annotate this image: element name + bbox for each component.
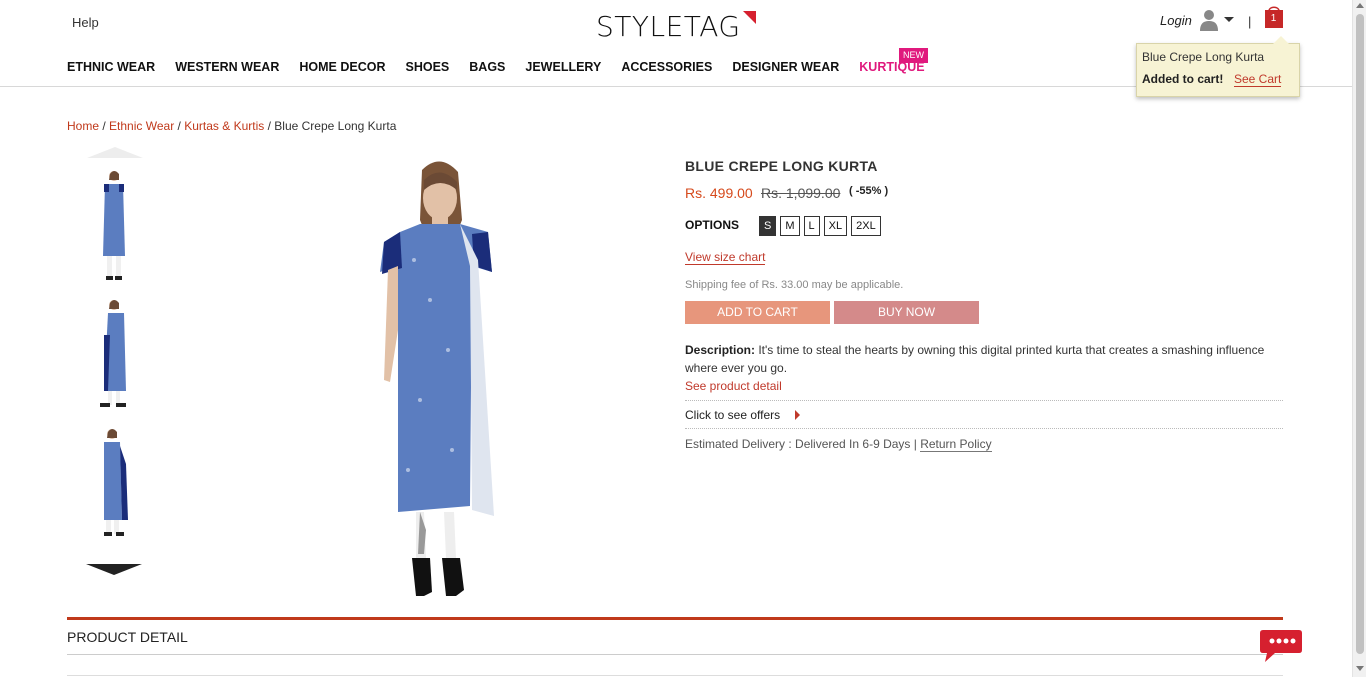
breadcrumb-ethnic-wear[interactable]: Ethnic Wear <box>109 119 174 133</box>
caret-right-icon[interactable] <box>795 410 800 420</box>
product-mrp: Rs. 1,099.00 <box>761 185 841 201</box>
description-text: It's time to steal the hearts by owning … <box>685 343 1265 375</box>
see-product-detail-link[interactable]: See product detail <box>685 379 782 393</box>
add-to-cart-button[interactable]: ADD TO CART <box>685 301 830 324</box>
size-option-m[interactable]: M <box>780 216 800 236</box>
chat-icon[interactable] <box>1259 628 1303 664</box>
delivery-text: Estimated Delivery : Delivered In 6-9 Da… <box>685 437 921 451</box>
product-detail-heading[interactable]: PRODUCT DETAIL <box>67 629 188 645</box>
breadcrumb: Home / Ethnic Wear / Kurtas & Kurtis / B… <box>67 119 396 133</box>
breadcrumb-home[interactable]: Home <box>67 119 99 133</box>
added-to-cart-popup: Blue Crepe Long Kurta Added to cart! See… <box>1136 36 1300 97</box>
shipping-note: Shipping fee of Rs. 33.00 may be applica… <box>685 279 904 291</box>
size-option-l[interactable]: L <box>803 216 820 236</box>
nav-jewellery[interactable]: JEWELLERY <box>525 60 601 74</box>
new-badge: NEW <box>899 48 928 63</box>
offers-row[interactable]: Click to see offers <box>685 400 1283 429</box>
size-option-s[interactable]: S <box>759 216 777 236</box>
breadcrumb-sep: / <box>102 119 106 133</box>
scroll-down-icon[interactable] <box>1356 666 1364 671</box>
product-price: Rs. 499.00 <box>685 185 753 201</box>
product-main-image[interactable] <box>360 150 520 600</box>
nav-designer-wear[interactable]: DESIGNER WEAR <box>732 60 839 74</box>
offers-label[interactable]: Click to see offers <box>685 408 780 422</box>
nav-accessories[interactable]: ACCESSORIES <box>621 60 712 74</box>
see-cart-link[interactable]: See Cart <box>1234 72 1282 87</box>
buy-now-button[interactable]: BUY NOW <box>834 301 979 324</box>
cart-count-badge[interactable]: 1 <box>1264 9 1283 28</box>
product-detail-divider <box>67 617 1283 620</box>
page-scrollbar[interactable] <box>1352 0 1366 677</box>
breadcrumb-kurtas[interactable]: Kurtas & Kurtis <box>184 119 264 133</box>
product-description: Description: It's time to steal the hear… <box>685 341 1285 377</box>
delivery-info: Estimated Delivery : Delivered In 6-9 Da… <box>685 437 992 452</box>
discount-badge: ( -55% ) <box>849 185 889 197</box>
nav-home-decor[interactable]: HOME DECOR <box>299 60 385 74</box>
product-title: BLUE CREPE LONG KURTA <box>685 158 878 174</box>
login-link[interactable]: Login <box>1160 13 1192 28</box>
thumbnail-front[interactable] <box>90 166 138 284</box>
breadcrumb-current: Blue Crepe Long Kurta <box>274 119 397 133</box>
nav-bags[interactable]: BAGS <box>469 60 505 74</box>
section-divider <box>67 654 1283 655</box>
size-chart-link[interactable]: View size chart <box>685 250 766 265</box>
styletag-logo[interactable]: STYLETAG <box>596 10 741 43</box>
thumbnail-side[interactable] <box>90 295 138 413</box>
header-separator: | <box>1248 14 1252 29</box>
section-divider <box>67 675 1283 676</box>
breadcrumb-sep: / <box>267 119 271 133</box>
thumbnail-angle[interactable] <box>90 424 138 542</box>
size-option-xl[interactable]: XL <box>823 216 848 236</box>
nav-ethnic-wear[interactable]: ETHNIC WEAR <box>67 60 155 74</box>
logo-mark <box>743 11 756 24</box>
scroll-up-icon[interactable] <box>1356 3 1364 8</box>
user-icon[interactable] <box>1199 9 1219 31</box>
thumb-scroll-up-arrow[interactable] <box>87 147 143 158</box>
size-options: S M L XL 2XL <box>759 216 881 236</box>
chevron-down-icon[interactable] <box>1224 17 1234 22</box>
popup-product-name: Blue Crepe Long Kurta <box>1142 50 1265 64</box>
main-nav: ETHNIC WEAR WESTERN WEAR HOME DECOR SHOE… <box>67 60 945 74</box>
scrollbar-thumb[interactable] <box>1356 14 1364 654</box>
description-label: Description: <box>685 343 756 357</box>
thumb-scroll-down-arrow[interactable] <box>86 564 142 575</box>
popup-added-text: Added to cart! <box>1142 72 1224 86</box>
options-label: OPTIONS <box>685 218 740 232</box>
nav-shoes[interactable]: SHOES <box>406 60 450 74</box>
size-option-2xl[interactable]: 2XL <box>851 216 881 236</box>
nav-western-wear[interactable]: WESTERN WEAR <box>175 60 279 74</box>
return-policy-link[interactable]: Return Policy <box>920 437 992 452</box>
help-link[interactable]: Help <box>72 15 99 30</box>
breadcrumb-sep: / <box>177 119 181 133</box>
